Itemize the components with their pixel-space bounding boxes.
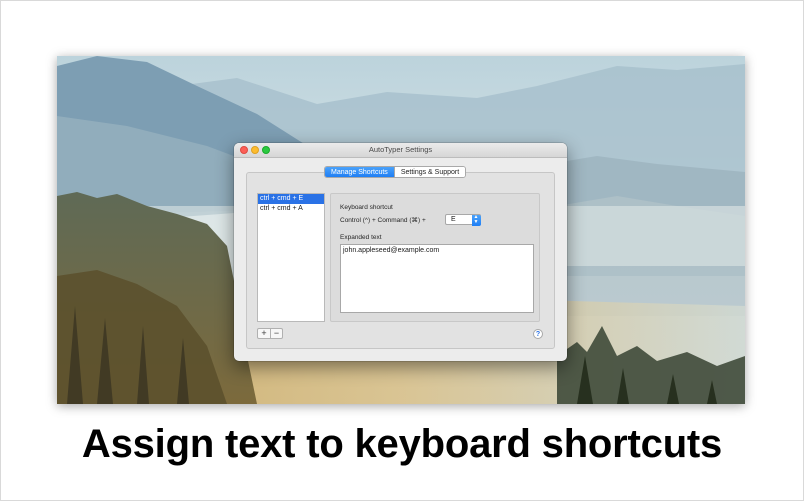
popup-arrows-icon: ▲ ▼	[471, 214, 481, 226]
shortcut-item-ctrl-cmd-a[interactable]: ctrl + cmd + A	[258, 204, 324, 214]
expanded-text-value: john.appleseed@example.com	[343, 247, 440, 254]
key-select[interactable]: E ▲ ▼	[445, 214, 481, 226]
remove-shortcut-button[interactable]: −	[270, 329, 282, 339]
autotyper-settings-window: AutoTyper Settings Manage Shortcuts Sett…	[234, 143, 567, 361]
modifier-keys-label: Control (^) + Command (⌘) +	[340, 217, 426, 224]
shortcut-list[interactable]: ctrl + cmd + E ctrl + cmd + A	[257, 193, 325, 322]
expanded-text-heading: Expanded text	[340, 234, 382, 241]
tab-manage-shortcuts[interactable]: Manage Shortcuts	[325, 167, 394, 177]
add-shortcut-button[interactable]: +	[258, 329, 270, 339]
caption-heading: Assign text to keyboard shortcuts	[81, 422, 723, 466]
tab-settings-support[interactable]: Settings & Support	[393, 167, 466, 177]
add-remove-control: + −	[257, 328, 283, 339]
help-icon[interactable]: ?	[533, 329, 543, 339]
tab-bar: Manage Shortcuts Settings & Support	[324, 166, 467, 178]
keyboard-shortcut-heading: Keyboard shortcut	[340, 204, 393, 211]
shortcut-item-ctrl-cmd-e[interactable]: ctrl + cmd + E	[258, 194, 324, 204]
expanded-text-area[interactable]: john.appleseed@example.com	[340, 244, 534, 313]
key-select-value: E	[451, 216, 456, 223]
window-titlebar[interactable]: AutoTyper Settings	[234, 143, 567, 158]
window-title: AutoTyper Settings	[368, 145, 433, 154]
